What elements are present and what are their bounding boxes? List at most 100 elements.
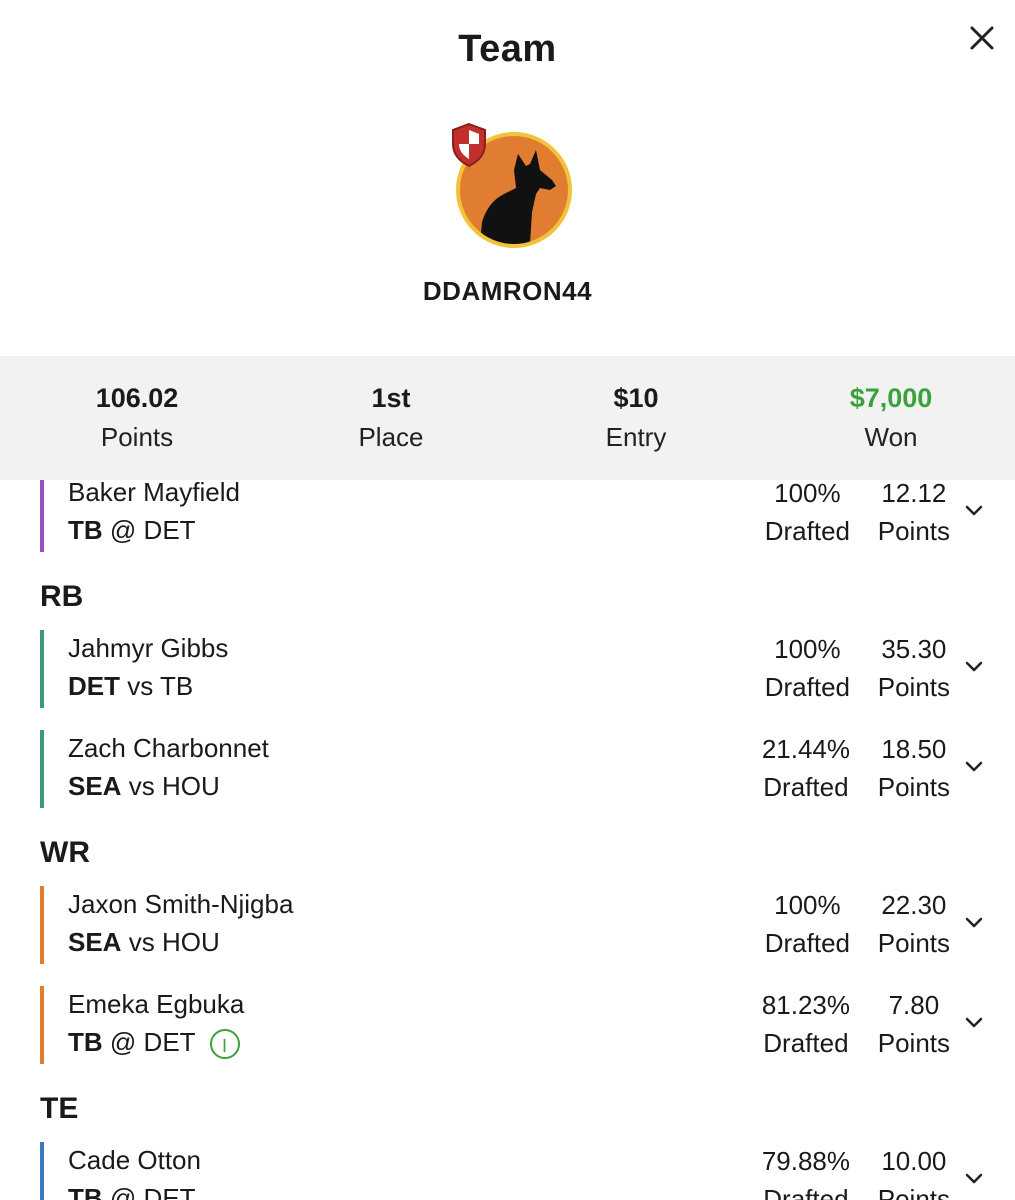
player-row[interactable]: Baker Mayfield TB @ DET 100% Drafted 12.1… — [40, 480, 1000, 552]
player-team: TB — [68, 515, 103, 545]
player-opponent: DET — [143, 1183, 196, 1200]
points-label: Points — [877, 1028, 950, 1058]
stat-won: $7,000 Won — [771, 380, 1011, 454]
stat-place-label: Place — [358, 422, 424, 452]
player-team: SEA — [68, 771, 122, 801]
points-label: Points — [877, 928, 950, 958]
drafted-value: 21.44% — [761, 734, 850, 764]
stat-won-label: Won — [864, 422, 918, 452]
player-opponent: DET — [143, 1027, 196, 1057]
drafted-label: Drafted — [763, 1184, 849, 1200]
position-bar — [40, 986, 44, 1064]
player-game: TB @ DET — [68, 512, 196, 548]
points-label: Points — [877, 1184, 950, 1200]
player-opponent: HOU — [161, 927, 220, 957]
player-team: SEA — [68, 927, 122, 957]
stat-place-value: 1st — [371, 383, 411, 413]
points-value: 12.12 — [881, 480, 947, 508]
drafted-value: 81.23% — [761, 990, 850, 1020]
drafted-label: Drafted — [764, 516, 850, 546]
position-bar — [40, 886, 44, 964]
player-opponent: TB — [160, 671, 194, 701]
position-bar — [40, 1142, 44, 1200]
drafted-stat: 21.44% Drafted — [762, 730, 850, 806]
section-header-wr: WR — [40, 836, 90, 869]
player-name: Cade Otton — [68, 1145, 201, 1175]
points-stat: 22.30 Points — [878, 886, 950, 962]
username: DDAMRON44 — [422, 276, 593, 306]
points-label: Points — [877, 516, 950, 546]
roster-list: Baker Mayfield TB @ DET 100% Drafted 12.1… — [0, 480, 1015, 1200]
position-bar — [40, 630, 44, 708]
player-name: Emeka Egbuka — [68, 989, 245, 1019]
shield-badge-icon — [450, 122, 488, 168]
chevron-down-icon[interactable] — [962, 498, 986, 522]
player-opponent: DET — [143, 515, 196, 545]
close-icon[interactable] — [962, 20, 1002, 60]
points-value: 7.80 — [888, 990, 940, 1020]
player-name: Zach Charbonnet — [68, 733, 269, 763]
section-header-te: TE — [40, 1092, 79, 1125]
position-bar — [40, 480, 44, 552]
chevron-down-icon[interactable] — [962, 754, 986, 778]
points-stat: 7.80 Points — [878, 986, 950, 1062]
drafted-value: 100% — [774, 480, 841, 508]
player-game: SEA vs HOU — [68, 924, 220, 960]
drafted-label: Drafted — [763, 1028, 849, 1058]
player-game: SEA vs HOU — [68, 768, 220, 804]
points-label: Points — [877, 772, 950, 802]
drafted-stat: 100% Drafted — [765, 886, 850, 962]
position-bar — [40, 730, 44, 808]
drafted-value: 79.88% — [761, 1146, 850, 1176]
player-name: Jaxon Smith-Njigba — [68, 889, 294, 919]
stat-won-value: $7,000 — [849, 383, 933, 413]
chevron-down-icon[interactable] — [962, 910, 986, 934]
player-game: TB @ DET — [68, 1180, 196, 1200]
modal-title: Team — [458, 28, 557, 70]
stat-place: 1st Place — [271, 380, 511, 454]
player-row[interactable]: Jahmyr Gibbs DET vs TB 100% Drafted 35.30… — [40, 630, 1000, 708]
game-sep: @ — [109, 1027, 137, 1057]
points-value: 22.30 — [881, 890, 947, 920]
player-opponent: HOU — [161, 771, 220, 801]
game-sep: vs — [128, 771, 155, 801]
drafted-stat: 79.88% Drafted — [762, 1142, 850, 1200]
stat-entry-value: $10 — [613, 383, 659, 413]
stat-points-value: 106.02 — [95, 383, 179, 413]
drafted-value: 100% — [774, 634, 841, 664]
drafted-label: Drafted — [763, 772, 849, 802]
points-stat: 10.00 Points — [878, 1142, 950, 1200]
player-name: Baker Mayfield — [68, 480, 240, 507]
section-header-rb: RB — [40, 580, 84, 613]
game-sep: @ — [109, 1183, 137, 1200]
stat-entry-label: Entry — [605, 422, 667, 452]
points-value: 18.50 — [881, 734, 947, 764]
points-stat: 12.12 Points — [878, 480, 950, 550]
chevron-down-icon[interactable] — [962, 1166, 986, 1190]
player-row[interactable]: Jaxon Smith-Njigba SEA vs HOU 100% Drafte… — [40, 886, 1000, 964]
player-team: TB — [68, 1183, 103, 1200]
player-row[interactable]: Emeka Egbuka TB @ DET I 81.23% Drafted 7.8… — [40, 986, 1000, 1064]
points-label: Points — [877, 672, 950, 702]
player-row[interactable]: Zach Charbonnet SEA vs HOU 21.44% Drafted… — [40, 730, 1000, 808]
player-game: DET vs TB — [68, 668, 193, 704]
points-stat: 35.30 Points — [878, 630, 950, 706]
status-badge[interactable]: I — [209, 1029, 240, 1060]
game-sep: vs — [127, 671, 154, 701]
drafted-stat: 100% Drafted — [765, 630, 850, 706]
chevron-down-icon[interactable] — [962, 1010, 986, 1034]
stat-points-label: Points — [100, 422, 174, 452]
player-team: TB — [68, 1027, 103, 1057]
player-game: TB @ DET I — [68, 1024, 240, 1060]
stat-entry: $10 Entry — [516, 380, 756, 454]
avatar — [450, 122, 580, 252]
stats-bar: 106.02 Points 1st Place $10 Entry $7,000… — [0, 356, 1015, 480]
game-sep: @ — [109, 515, 137, 545]
chevron-down-icon[interactable] — [962, 654, 986, 678]
team-modal: Team DDAMRON44 106.02 Points 1st Place $… — [0, 0, 1015, 1200]
points-value: 10.00 — [881, 1146, 947, 1176]
player-row[interactable]: Cade Otton TB @ DET 79.88% Drafted 10.00 P… — [40, 1142, 1000, 1200]
points-stat: 18.50 Points — [878, 730, 950, 806]
game-sep: vs — [128, 927, 155, 957]
drafted-value: 100% — [774, 890, 841, 920]
